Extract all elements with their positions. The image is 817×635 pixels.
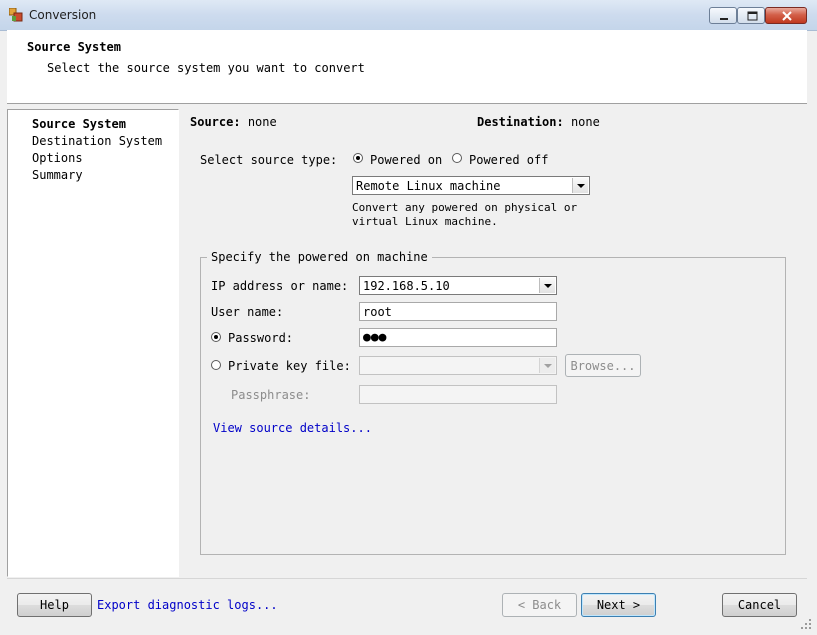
wizard-steps-nav: Source System Destination System Options… [7, 109, 179, 577]
destination-summary: Destination: none [477, 115, 600, 129]
title-bar [0, 0, 817, 31]
source-description-line: Convert any powered on physical or [352, 201, 578, 214]
export-logs-link[interactable]: Export diagnostic logs... [97, 598, 278, 612]
private-key-label[interactable]: Private key file: [228, 359, 351, 373]
minimize-icon [720, 18, 728, 20]
ip-address-select[interactable]: 192.168.5.10 [359, 276, 557, 295]
user-name-field[interactable]: root [359, 302, 557, 321]
close-button[interactable] [765, 7, 807, 24]
passphrase-field[interactable] [359, 385, 557, 404]
source-type-description: Convert any powered on physical or virtu… [352, 201, 592, 229]
footer-divider [7, 578, 807, 579]
destination-summary-label: Destination: [477, 115, 564, 129]
machine-group-title: Specify the powered on machine [207, 250, 432, 264]
password-label[interactable]: Password: [228, 331, 293, 345]
close-icon [782, 11, 792, 21]
chevron-down-icon[interactable] [539, 358, 555, 373]
back-button[interactable]: < Back [502, 593, 577, 617]
resize-grip-icon[interactable] [799, 617, 813, 631]
page-subtitle: Select the source system you want to con… [47, 61, 365, 75]
source-description-line: virtual Linux machine. [352, 215, 498, 228]
page-title: Source System [27, 40, 121, 54]
powered-on-radio[interactable] [353, 153, 363, 163]
source-type-value: Remote Linux machine [356, 179, 501, 193]
password-radio[interactable] [211, 332, 221, 342]
nav-item-options[interactable]: Options [32, 151, 83, 165]
user-name-label: User name: [211, 305, 284, 319]
maximize-icon [747, 11, 758, 21]
ip-address-value: 192.168.5.10 [363, 279, 450, 293]
password-value: ●●● [363, 330, 387, 345]
app-icon [9, 8, 23, 22]
source-type-label: Select source type: [200, 153, 338, 167]
browse-button[interactable]: Browse... [565, 354, 641, 377]
maximize-button[interactable] [737, 7, 765, 24]
chevron-down-icon[interactable] [572, 178, 588, 193]
nav-item-source-system[interactable]: Source System [32, 117, 126, 131]
help-button[interactable]: Help [17, 593, 92, 617]
nav-item-summary[interactable]: Summary [32, 168, 83, 182]
passphrase-label: Passphrase: [231, 388, 311, 402]
minimize-button[interactable] [709, 7, 737, 24]
powered-on-label[interactable]: Powered on [370, 153, 442, 167]
source-summary-label: Source: [190, 115, 241, 129]
powered-off-label[interactable]: Powered off [469, 153, 548, 167]
private-key-select[interactable] [359, 356, 557, 375]
source-summary-value: none [247, 115, 277, 129]
next-button[interactable]: Next > [581, 593, 656, 617]
destination-summary-value: none [570, 115, 600, 129]
page-header: Source System Select the source system y… [7, 30, 807, 104]
powered-off-radio[interactable] [452, 153, 462, 163]
ip-label: IP address or name: [211, 279, 349, 293]
view-source-details-link[interactable]: View source details... [213, 421, 372, 435]
source-summary: Source: none [190, 115, 277, 129]
password-field[interactable]: ●●● [359, 328, 557, 347]
nav-item-destination-system[interactable]: Destination System [32, 134, 162, 148]
cancel-button[interactable]: Cancel [722, 593, 797, 617]
private-key-radio[interactable] [211, 360, 221, 370]
user-name-value: root [363, 305, 392, 319]
chevron-down-icon[interactable] [539, 278, 555, 293]
source-type-select[interactable]: Remote Linux machine [352, 176, 590, 195]
window-title: Conversion [29, 8, 97, 22]
